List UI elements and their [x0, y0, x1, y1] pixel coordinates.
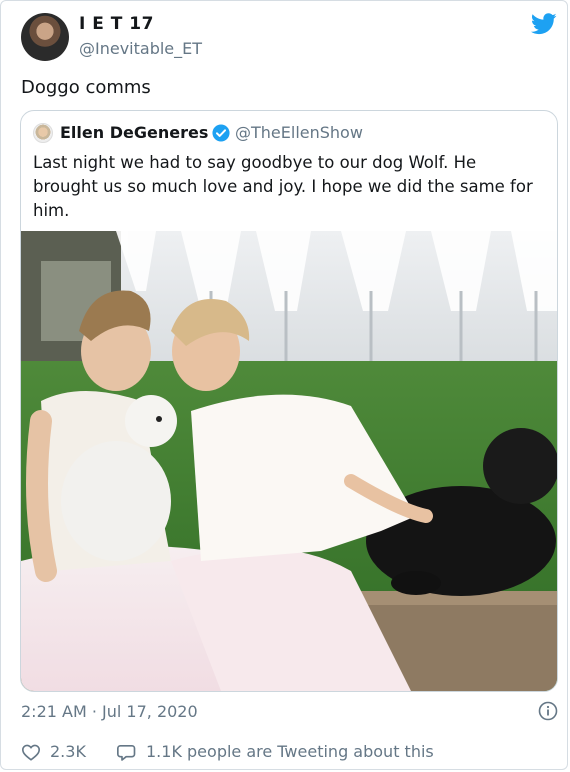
- author-handle[interactable]: @Inevitable_ET: [79, 39, 202, 58]
- tweet-card: I E T 17 @Inevitable_ET Doggo comms Elle…: [0, 0, 568, 770]
- author-avatar[interactable]: [21, 13, 69, 61]
- twitter-bird-icon[interactable]: [531, 13, 557, 35]
- quoted-avatar[interactable]: [33, 123, 53, 143]
- tweeting-about-link[interactable]: 1.1K people are Tweeting about this: [146, 742, 434, 761]
- quoted-tweet[interactable]: Ellen DeGeneres @TheEllenShow Last night…: [20, 110, 558, 692]
- quoted-text: Last night we had to say goodbye to our …: [33, 153, 533, 220]
- info-icon[interactable]: [538, 701, 558, 721]
- tweet-text: Doggo comms: [21, 77, 151, 98]
- quoted-display-name[interactable]: Ellen DeGeneres: [60, 123, 208, 142]
- quoted-photo[interactable]: [21, 231, 557, 691]
- tweet-timestamp[interactable]: 2:21 AM · Jul 17, 2020: [21, 702, 198, 721]
- verified-badge-icon: [212, 124, 230, 142]
- heart-icon[interactable]: [21, 743, 41, 761]
- author-display-name[interactable]: I E T 17: [79, 14, 154, 34]
- quoted-handle[interactable]: @TheEllenShow: [235, 123, 363, 142]
- like-count[interactable]: 2.3K: [50, 742, 86, 761]
- reply-bubble-icon[interactable]: [117, 743, 137, 762]
